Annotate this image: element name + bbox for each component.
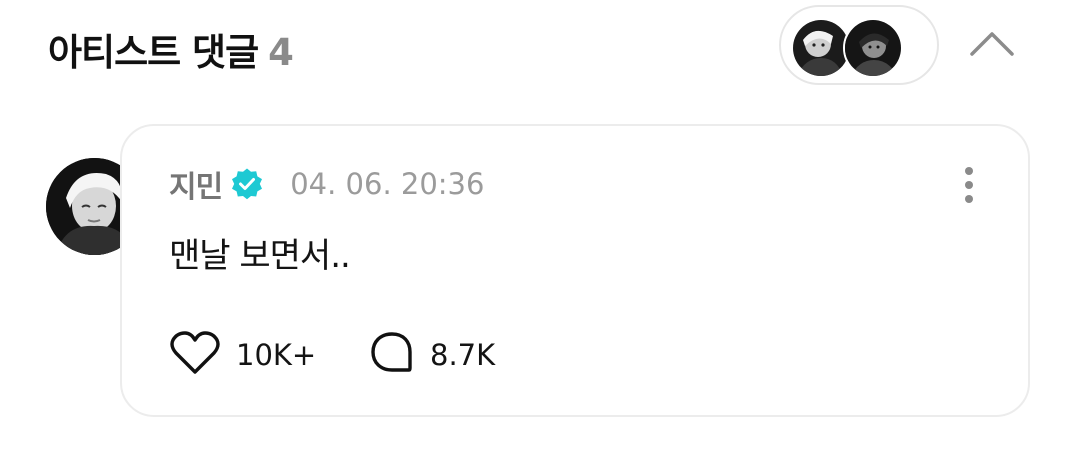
comment-text: 맨날 보면서.. <box>169 236 351 276</box>
like-button[interactable]: 10K+ <box>168 330 316 380</box>
section-title: 아티스트 댓글 4 <box>48 22 294 76</box>
chevron-up-icon[interactable] <box>964 22 1020 66</box>
heart-icon <box>168 330 222 380</box>
author-name[interactable]: 지민 <box>169 162 223 206</box>
more-vertical-icon[interactable] <box>952 160 986 210</box>
comment-count: 4 <box>268 31 294 74</box>
verified-badge-icon <box>230 167 264 201</box>
reply-count: 8.7K <box>430 338 496 372</box>
artist-comments-header: 아티스트 댓글 4 <box>0 0 1077 100</box>
comment-timestamp: 04. 06. 20:36 <box>290 167 485 201</box>
reply-button[interactable]: 8.7K <box>368 330 495 380</box>
artist-avatars-pill[interactable] <box>779 5 939 85</box>
comment-meta: 지민 04. 06. 20:36 <box>169 162 485 206</box>
like-count: 10K+ <box>236 338 317 372</box>
speech-bubble-icon <box>368 330 416 380</box>
artist-avatar-2 <box>843 18 903 78</box>
section-title-label: 아티스트 댓글 <box>48 31 259 74</box>
artist-avatar-1 <box>791 18 851 78</box>
